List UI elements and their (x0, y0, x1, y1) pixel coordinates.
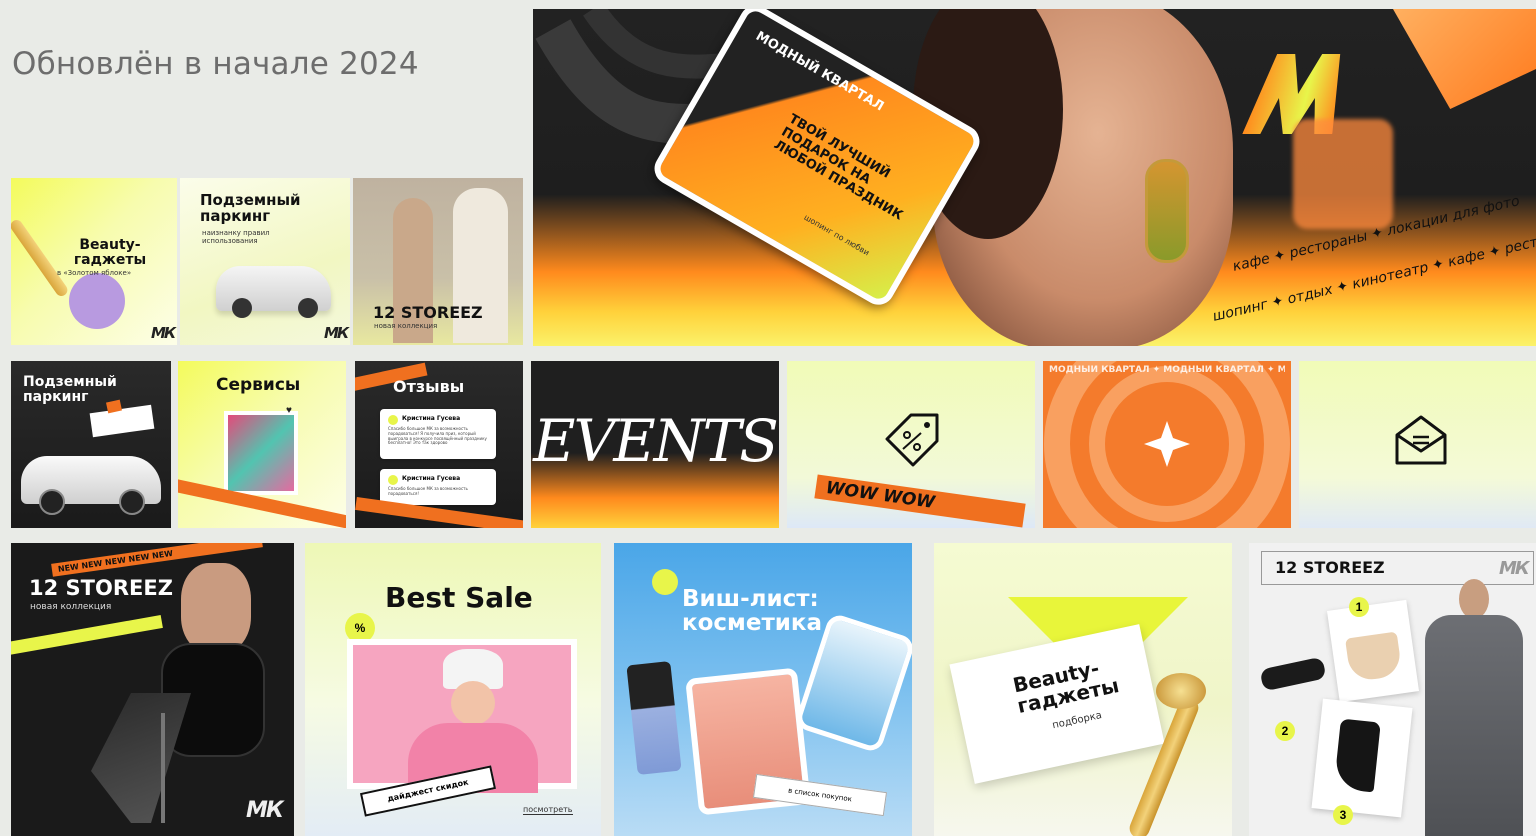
number-badge: 2 (1275, 721, 1295, 741)
envelope-icon (1395, 415, 1447, 465)
tile-parking-light[interactable]: Подземный паркинг наизнанку правил испол… (180, 178, 350, 345)
tile-subtitle: в «Золотом яблоке» (57, 269, 132, 277)
tile-beauty-small[interactable]: Beauty-гаджеты в «Золотом яблоке» МК (11, 178, 177, 345)
tile-title: Best Sale (385, 581, 533, 614)
model-coat (1425, 615, 1523, 836)
ring-text: МОДНЫЙ КВАРТАЛ ✦ МОДНЫЙ КВАРТАЛ ✦ МОДНЫЙ… (1049, 365, 1285, 375)
tile-title: Подземный паркинг (200, 191, 301, 225)
item-card (1326, 599, 1420, 703)
model-legs (91, 693, 191, 823)
shopping-list-button[interactable]: в список покупок (752, 773, 888, 817)
view-link[interactable]: посмотреть (523, 805, 573, 815)
photo-frame (347, 639, 577, 793)
tile-wow[interactable]: WOW WOW (787, 361, 1035, 528)
tile-reviews[interactable]: Отзывы Кристина Гусева Спасибо большое М… (355, 361, 523, 528)
mk-logo: МК (151, 324, 176, 342)
mk-logo: МК (324, 324, 349, 342)
model-photo (1459, 579, 1489, 619)
ring-badge (1044, 361, 1290, 528)
face-brush-icon (69, 273, 125, 329)
boot-icon (1333, 718, 1381, 793)
wow-tape: WOW WOW (814, 474, 1026, 528)
discount-tag-icon (885, 413, 939, 467)
model-face (451, 681, 495, 725)
item-card (1311, 698, 1413, 818)
bag-icon (1293, 119, 1393, 229)
review-card: Кристина Гусева Спасибо большое МК за во… (380, 469, 496, 505)
tile-wishlist[interactable]: Виш-лист: косметика в список покупок (614, 543, 912, 836)
wheel-icon (119, 489, 145, 515)
events-title: EVENTS (533, 407, 779, 475)
tile-title: 12 STOREEZ (1275, 558, 1385, 577)
tile-best-sale[interactable]: Best Sale % дайджест скидок посмотреть (305, 543, 601, 836)
tile-mail[interactable] (1299, 361, 1536, 528)
tile-services[interactable]: Сервисы ♥ (178, 361, 346, 528)
tile-title: 12 STOREEZ (373, 303, 483, 322)
tile-storeez-list[interactable]: 12 STOREEZ МК 1 2 3 (1249, 543, 1536, 836)
roller-head-icon (1156, 673, 1206, 709)
location-pin-icon (652, 569, 678, 595)
handbag-icon (1345, 631, 1403, 683)
lime-tape (11, 615, 163, 656)
tile-beauty-big[interactable]: Beauty-гаджеты подборка (934, 543, 1232, 836)
review-text: Спасибо большое МК за возможность порадо… (388, 426, 487, 446)
tile-subtitle: новая коллекция (374, 322, 438, 330)
nail-polish-icon (626, 661, 682, 775)
tile-title: Beauty-гаджеты (73, 237, 147, 268)
review-name: Кристина Гусева (402, 475, 461, 482)
model-photo (181, 563, 251, 653)
wheel-icon (39, 489, 65, 515)
hero-banner[interactable]: МОДНЫЙ КВАРТАЛ ТВОЙ ЛУЧШИЙ ПОДАРОК НА ЛЮ… (533, 9, 1536, 346)
photo-frame (224, 411, 298, 495)
page-headline: Обновлён в начале 2024 (12, 46, 419, 82)
tile-title: 12 STOREEZ (29, 576, 173, 600)
photo-content (228, 415, 294, 491)
avatar (388, 475, 398, 485)
tile-title: Подземный паркинг (23, 374, 117, 405)
beauty-card: Beauty-гаджеты подборка (949, 624, 1165, 784)
tile-storeez-big[interactable]: NEW NEW NEW NEW NEW 12 STOREEZ новая кол… (11, 543, 294, 836)
tile-title: Сервисы (216, 375, 301, 395)
avatar (388, 415, 398, 425)
tile-storeez-small[interactable]: 12 STOREEZ новая коллекция (353, 178, 523, 345)
tile-ring[interactable]: МОДНЫЙ КВАРТАЛ ✦ МОДНЫЙ КВАРТАЛ ✦ МОДНЫЙ… (1043, 361, 1291, 528)
wheel-icon (298, 298, 318, 318)
tile-title: Отзывы (393, 377, 465, 396)
chair-icon (161, 713, 165, 823)
number-badge: 3 (1333, 805, 1353, 825)
tile-subtitle: новая коллекция (30, 602, 112, 612)
tile-subtitle: наизнанку правил использования (202, 229, 270, 245)
mk-logo: МК (1499, 558, 1530, 579)
tile-subtitle: подборка (1051, 710, 1103, 732)
review-text: Спасибо большое МК за возможность порадо… (388, 486, 468, 496)
card-sub: шопинг по любви (802, 212, 871, 258)
earring-icon (1145, 159, 1189, 263)
review-card: Кристина Гусева Спасибо большое МК за во… (380, 409, 496, 459)
number-badge: 1 (1349, 597, 1369, 617)
wheel-icon (232, 298, 252, 318)
review-name: Кристина Гусева (402, 415, 461, 422)
tile-events[interactable]: EVENTS (531, 361, 779, 528)
belt-icon (1259, 656, 1327, 692)
tile-title: Beauty-гаджеты (1010, 655, 1122, 718)
tile-parking-dark[interactable]: Подземный паркинг (11, 361, 171, 528)
card-text: ТВОЙ ЛУЧШИЙ ПОДАРОК НА ЛЮБОЙ ПРАЗДНИК (771, 111, 906, 224)
mk-logo: МК (246, 798, 284, 823)
heart-icon: ♥ (286, 405, 292, 416)
